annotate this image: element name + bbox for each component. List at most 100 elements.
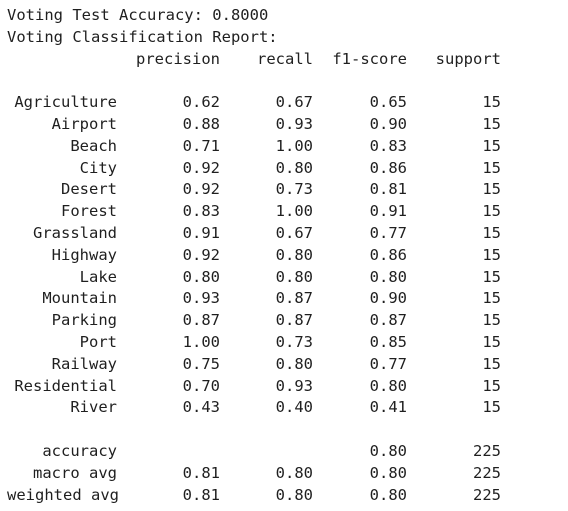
class-rows: Agriculture 0.62 0.67 0.65 15 Airport 0.88 0.93… (7, 92, 501, 419)
f1-score-value: 0.86 (369, 158, 407, 177)
precision-value: 0.43 (182, 398, 220, 417)
f1-score-value: 0.77 (369, 354, 407, 373)
class-report-row: Airport 0.88 0.93 0.90 15 (7, 114, 501, 136)
row-label: River (70, 398, 117, 417)
support-value: 225 (473, 485, 501, 504)
precision-value: 0.92 (182, 180, 220, 199)
f1-score-value: 0.65 (369, 93, 407, 112)
support-value: 15 (482, 311, 501, 330)
class-report-row: Residential 0.70 0.93 0.80 15 (7, 376, 501, 398)
row-label: accuracy (42, 441, 117, 460)
summary-row: accuracy 0.80 225 (7, 441, 501, 463)
support-value: 15 (482, 376, 501, 395)
row-label: Agriculture (14, 93, 117, 112)
row-label: Highway (51, 245, 117, 264)
precision-value: 0.88 (182, 114, 220, 133)
precision-value: 0.71 (182, 136, 220, 155)
f1-score-value: 0.81 (369, 180, 407, 199)
recall-value: 1.00 (275, 202, 313, 221)
class-report-row: Railway 0.75 0.80 0.77 15 (7, 354, 501, 376)
precision-value: 0.92 (182, 245, 220, 264)
precision-value: 0.83 (182, 202, 220, 221)
f1-score-value: 0.77 (369, 223, 407, 242)
summary-row: weighted avg 0.81 0.80 0.80 225 (7, 485, 501, 507)
support-value: 15 (482, 245, 501, 264)
class-report-row: Forest 0.83 1.00 0.91 15 (7, 201, 501, 223)
support-value: 225 (473, 463, 501, 482)
row-label: City (79, 158, 117, 177)
support-value: 15 (482, 289, 501, 308)
row-label: Residential (14, 376, 117, 395)
row-label: Railway (51, 354, 117, 373)
cell-output: Voting Test Accuracy: 0.8000 Voting Clas… (7, 5, 501, 506)
f1-score-value: 0.85 (369, 332, 407, 351)
f1-score-value: 0.90 (369, 114, 407, 133)
support-value: 15 (482, 202, 501, 221)
precision-value: 0.93 (182, 289, 220, 308)
support-value: 225 (473, 441, 501, 460)
f1-score-value: 0.87 (369, 311, 407, 330)
precision-value: 0.91 (182, 223, 220, 242)
precision-value: 0.70 (182, 376, 220, 395)
recall-value: 0.87 (275, 311, 313, 330)
class-report-row: Port 1.00 0.73 0.85 15 (7, 332, 501, 354)
support-value: 15 (482, 223, 501, 242)
f1-score-value: 0.86 (369, 245, 407, 264)
f1-score-value: 0.41 (369, 398, 407, 417)
class-report-row: City 0.92 0.80 0.86 15 (7, 158, 501, 180)
recall-value: 0.80 (275, 267, 313, 286)
recall-value: 0.80 (275, 463, 313, 482)
header-support: support (435, 49, 501, 68)
recall-value: 0.80 (275, 485, 313, 504)
row-label: Airport (51, 114, 117, 133)
support-value: 15 (482, 332, 501, 351)
row-label: Lake (79, 267, 117, 286)
support-value: 15 (482, 267, 501, 286)
support-value: 15 (482, 354, 501, 373)
summary-row: macro avg 0.81 0.80 0.80 225 (7, 463, 501, 485)
f1-score-value: 0.90 (369, 289, 407, 308)
header-recall: recall (257, 49, 313, 68)
recall-value: 0.73 (275, 180, 313, 199)
f1-score-value: 0.83 (369, 136, 407, 155)
test-accuracy-line: Voting Test Accuracy: 0.8000 (7, 6, 269, 24)
precision-value: 0.81 (182, 463, 220, 482)
recall-value: 0.40 (275, 398, 313, 417)
class-report-row: River 0.43 0.40 0.41 15 (7, 397, 501, 419)
report-title: Voting Classification Report: (7, 27, 278, 46)
f1-score-value: 0.91 (369, 202, 407, 221)
row-label: macro avg (33, 463, 117, 482)
precision-value: 0.87 (182, 311, 220, 330)
row-label: Grassland (33, 223, 117, 242)
recall-value: 0.93 (275, 114, 313, 133)
precision-value: 1.00 (182, 332, 220, 351)
row-label: Parking (51, 311, 117, 330)
f1-score-value: 0.80 (369, 267, 407, 286)
precision-value: 0.81 (182, 485, 220, 504)
class-report-row: Agriculture 0.62 0.67 0.65 15 (7, 92, 501, 114)
recall-value: 0.80 (275, 354, 313, 373)
row-label: Desert (61, 180, 117, 199)
f1-score-value: 0.80 (369, 376, 407, 395)
row-label: Forest (61, 202, 117, 221)
class-report-row: Grassland 0.91 0.67 0.77 15 (7, 223, 501, 245)
f1-score-value: 0.80 (369, 485, 407, 504)
recall-value: 1.00 (275, 136, 313, 155)
support-value: 15 (482, 398, 501, 417)
report-header-row: precision recall f1-score support (7, 49, 501, 71)
class-report-row: Beach 0.71 1.00 0.83 15 (7, 136, 501, 158)
row-label: weighted avg (7, 485, 119, 504)
precision-value: 0.80 (182, 267, 220, 286)
recall-value: 0.80 (275, 158, 313, 177)
class-report-row: Lake 0.80 0.80 0.80 15 (7, 267, 501, 289)
class-report-row: Parking 0.87 0.87 0.87 15 (7, 310, 501, 332)
support-value: 15 (482, 93, 501, 112)
header-precision: precision (136, 49, 220, 68)
recall-value: 0.87 (275, 289, 313, 308)
row-label: Mountain (42, 289, 117, 308)
recall-value: 0.67 (275, 223, 313, 242)
class-report-row: Mountain 0.93 0.87 0.90 15 (7, 288, 501, 310)
support-value: 15 (482, 136, 501, 155)
f1-score-value: 0.80 (369, 441, 407, 460)
